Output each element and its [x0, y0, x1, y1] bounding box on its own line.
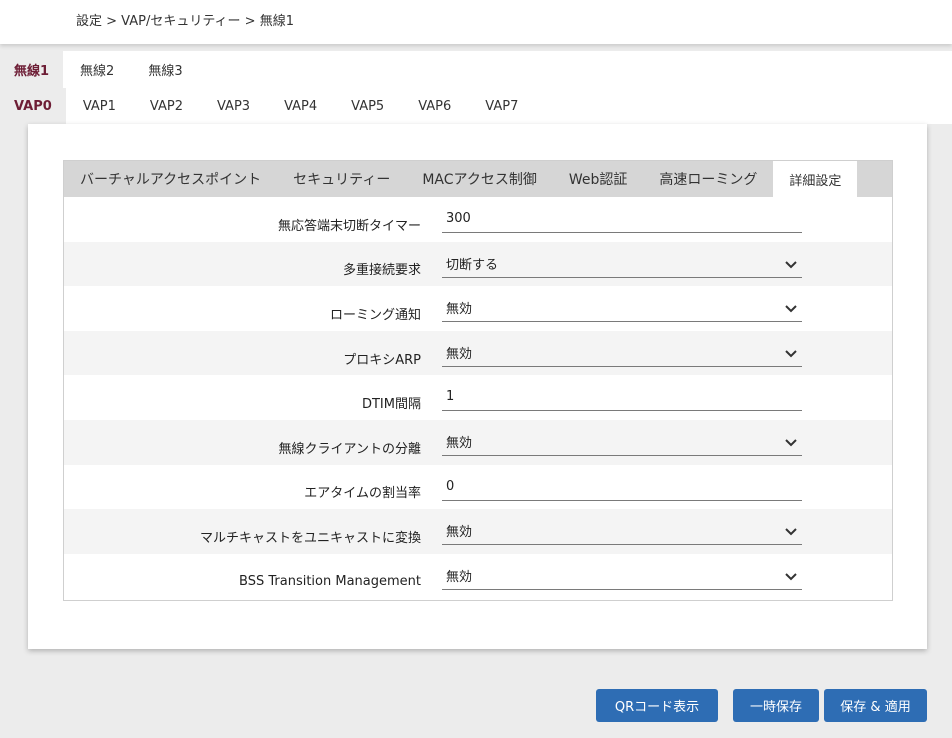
qr-code-button[interactable]: QRコード表示 — [596, 689, 718, 722]
vap-tab-bar: VAP0 VAP1 VAP2 VAP3 VAP4 VAP5 VAP6 VAP7 — [0, 88, 952, 124]
tab-radio-1[interactable]: 無線2 — [63, 51, 131, 88]
tab-vap-3[interactable]: VAP3 — [200, 88, 267, 124]
select-value: 無効 — [446, 302, 473, 318]
sub-tab-spacer — [857, 161, 892, 197]
select-value: 無効 — [446, 346, 473, 362]
tab-vap-7[interactable]: VAP7 — [468, 88, 535, 124]
setting-label: マルチキャストをユニキャストに変換 — [199, 530, 421, 546]
select-value: 無効 — [446, 569, 473, 585]
setting-select[interactable]: 無効 — [442, 294, 802, 323]
tab-radio-0[interactable]: 無線1 — [0, 51, 64, 88]
setting-text-field[interactable] — [442, 473, 802, 501]
setting-label: 無線クライアントの分離 — [278, 441, 421, 457]
temp-save-button[interactable]: 一時保存 — [733, 689, 819, 722]
select-value: 無効 — [446, 525, 473, 541]
setting-label: エアタイムの割当率 — [304, 486, 421, 502]
setting-select[interactable]: 無効 — [442, 428, 802, 456]
setting-row: 無応答端末切断タイマー — [64, 197, 892, 242]
setting-input[interactable] — [446, 211, 802, 226]
tab-vap-0[interactable]: VAP0 — [0, 88, 66, 124]
select-value: 切断する — [446, 257, 499, 273]
setting-input[interactable] — [446, 389, 802, 405]
tab-vap-1[interactable]: VAP1 — [66, 88, 133, 124]
setting-text-field[interactable] — [442, 205, 802, 233]
sub-tab-4[interactable]: 高速ローミング — [643, 161, 773, 197]
radio-tab-bar: 無線1 無線2 無線3 — [0, 51, 952, 88]
tab-vap-4[interactable]: VAP4 — [267, 88, 334, 124]
setting-label: プロキシARP — [343, 352, 421, 368]
setting-label: BSS Transition Management — [239, 573, 421, 589]
setting-select[interactable]: 無効 — [442, 562, 802, 590]
setting-select[interactable]: 切断する — [442, 250, 802, 278]
setting-row: プロキシARP 無効 — [64, 330, 892, 376]
sub-tab-2[interactable]: MACアクセス制御 — [406, 161, 553, 197]
chevron-down-icon — [785, 260, 797, 269]
setting-row: マルチキャストをユニキャストに変換 無効 — [64, 509, 892, 554]
sub-tab-3[interactable]: Web認証 — [553, 161, 644, 197]
setting-row: 無線クライアントの分離 無効 — [64, 419, 892, 465]
setting-row: エアタイムの割当率 — [64, 465, 892, 510]
chevron-down-icon — [785, 305, 797, 313]
setting-label: ローミング通知 — [329, 307, 421, 323]
setting-row: 多重接続要求 切断する — [64, 241, 892, 287]
tab-radio-2[interactable]: 無線3 — [131, 51, 199, 88]
tab-vap-5[interactable]: VAP5 — [334, 88, 401, 124]
sub-tab-bar: バーチャルアクセスポイント セキュリティー MACアクセス制御 Web認証 高速ローミン… — [64, 161, 892, 197]
setting-select[interactable]: 無効 — [442, 339, 802, 367]
settings-form: 無応答端末切断タイマー多重接続要求切断するローミング通知無効プロキシARP無効D… — [64, 197, 892, 598]
setting-row: ローミング通知 無効 — [64, 286, 892, 331]
sub-tab-1[interactable]: セキュリティー — [277, 161, 406, 197]
breadcrumb: 設定 > VAP/セキュリティー > 無線1 — [0, 0, 952, 44]
sub-tab-0[interactable]: バーチャルアクセスポイント — [64, 161, 277, 197]
sub-tab-5[interactable]: 詳細設定 — [773, 161, 858, 197]
tab-vap-6[interactable]: VAP6 — [401, 88, 468, 124]
setting-row: BSS Transition Management 無効 — [64, 554, 892, 599]
setting-row: DTIM間隔 — [64, 375, 892, 420]
setting-label: 無応答端末切断タイマー — [277, 218, 421, 234]
chevron-down-icon — [785, 573, 797, 581]
save-apply-button[interactable]: 保存 & 適用 — [824, 689, 927, 722]
setting-label: DTIM間隔 — [361, 397, 421, 413]
setting-text-field[interactable] — [442, 383, 802, 412]
chevron-down-icon — [785, 350, 797, 358]
settings-card: バーチャルアクセスポイント セキュリティー MACアクセス制御 Web認証 高速ローミン… — [28, 124, 927, 649]
tab-vap-2[interactable]: VAP2 — [133, 88, 200, 124]
settings-panel: バーチャルアクセスポイント セキュリティー MACアクセス制御 Web認証 高速ローミン… — [63, 160, 893, 601]
setting-select[interactable]: 無効 — [442, 517, 802, 546]
chevron-down-icon — [785, 528, 797, 536]
setting-label: 多重接続要求 — [342, 263, 421, 279]
setting-input[interactable] — [446, 478, 802, 494]
select-value: 無効 — [446, 435, 473, 451]
chevron-down-icon — [785, 439, 797, 447]
